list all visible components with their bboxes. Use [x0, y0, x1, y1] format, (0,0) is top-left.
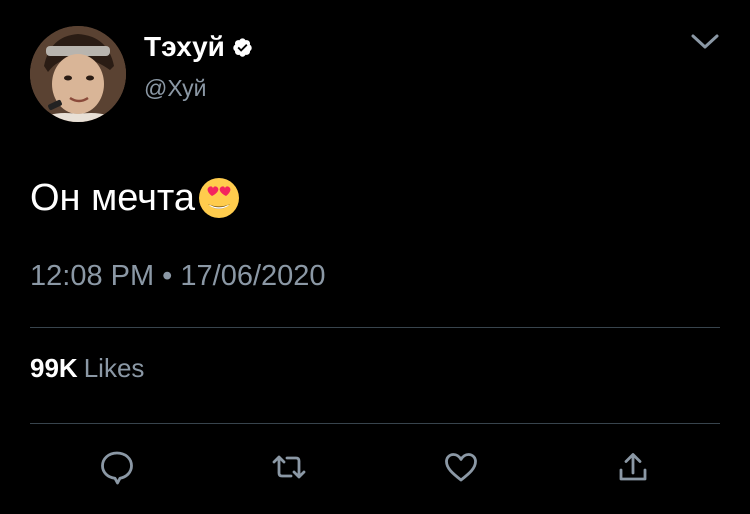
tweet-card: Тэхуй @Хуй Он мечта 12:08 PM • 17/06/202… [0, 0, 750, 514]
tweet-body: Он мечта [30, 174, 241, 222]
speech-bubble-icon [101, 451, 133, 485]
share-button[interactable] [614, 448, 652, 486]
retweet-button[interactable] [270, 448, 308, 486]
likes-count: 99K [30, 353, 78, 383]
tweet-timestamp[interactable]: 12:08 PM • 17/06/2020 [30, 256, 326, 296]
share-upload-icon [619, 453, 647, 481]
verified-badge-icon [233, 37, 252, 57]
likes-stat[interactable]: 99K Likes [30, 350, 144, 386]
divider [30, 423, 720, 424]
divider [30, 327, 720, 328]
author-display-name: Тэхуй [144, 31, 225, 62]
author-avatar[interactable] [30, 26, 126, 122]
likes-label: Likes [83, 353, 145, 383]
heart-eyes-emoji-icon [199, 178, 240, 218]
retweet-arrows-icon [272, 455, 306, 479]
heart-icon [445, 453, 477, 482]
chevron-down-icon [691, 34, 719, 49]
tweet-text: Он мечта [30, 177, 196, 219]
reply-button[interactable] [98, 448, 136, 486]
author-handle[interactable]: @Хуй [144, 74, 207, 102]
like-button[interactable] [442, 448, 480, 486]
tweet-menu-button[interactable] [688, 28, 722, 56]
avatar-photo [30, 26, 126, 122]
author-name-row[interactable]: Тэхуй [144, 30, 253, 64]
